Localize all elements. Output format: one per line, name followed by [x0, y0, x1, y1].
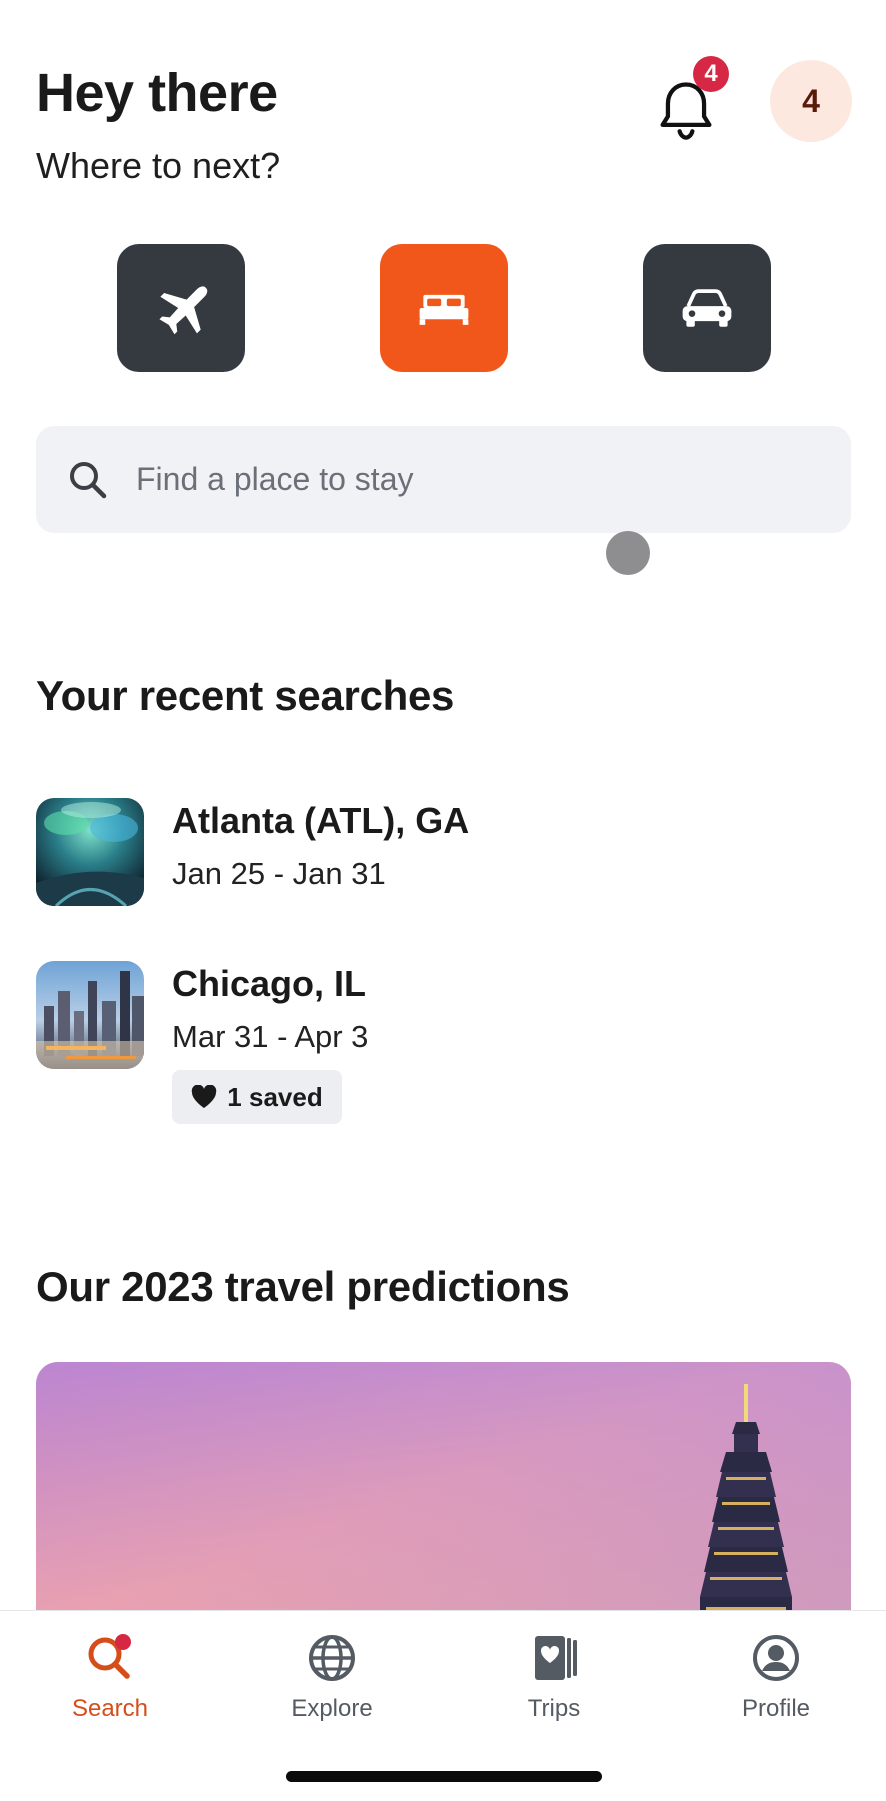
touch-indicator — [606, 531, 650, 575]
nav-explore-label: Explore — [291, 1695, 373, 1722]
cars-tab[interactable] — [643, 244, 771, 372]
greeting-title: Hey there — [36, 63, 278, 123]
nav-explore[interactable]: Explore — [242, 1631, 422, 1723]
nav-profile-label: Profile — [741, 1695, 811, 1722]
car-icon — [682, 289, 732, 327]
stays-tab[interactable] — [380, 244, 508, 372]
home-indicator — [286, 1771, 602, 1782]
globe-icon — [309, 1635, 355, 1681]
airplane-icon — [159, 286, 208, 335]
search-input[interactable]: Find a place to stay — [36, 426, 851, 533]
recent-searches-heading: Your recent searches — [36, 672, 455, 719]
greeting-subtitle: Where to next? — [36, 145, 281, 186]
heart-icon — [192, 1085, 217, 1108]
search-icon — [88, 1634, 131, 1679]
notification-badge: 4 — [693, 56, 729, 92]
trips-icon — [535, 1636, 577, 1680]
nav-trips[interactable]: Trips — [464, 1631, 644, 1723]
recent-search-dates: Jan 25 - Jan 31 — [172, 856, 386, 891]
atlanta-thumbnail[interactable] — [36, 798, 144, 906]
predictions-heading: Our 2023 travel predictions — [36, 1263, 570, 1310]
recent-search-dates: Mar 31 - Apr 3 — [172, 1019, 369, 1054]
recent-search-title[interactable]: Chicago, IL — [172, 963, 366, 1005]
saved-count-label: 1 saved — [227, 1081, 323, 1112]
avatar[interactable]: 4 — [770, 60, 852, 142]
search-icon — [70, 461, 107, 498]
flights-tab[interactable] — [117, 244, 245, 372]
profile-icon — [753, 1635, 799, 1681]
recent-search-title[interactable]: Atlanta (ATL), GA — [172, 800, 469, 842]
nav-profile[interactable]: Profile — [686, 1631, 866, 1723]
nav-trips-label: Trips — [527, 1695, 581, 1722]
nav-search-label: Search — [71, 1695, 149, 1722]
chicago-thumbnail[interactable] — [36, 961, 144, 1069]
nav-search[interactable]: Search — [20, 1631, 200, 1723]
bed-icon — [419, 294, 469, 325]
saved-badge[interactable]: 1 saved — [172, 1070, 342, 1124]
search-placeholder: Find a place to stay — [136, 461, 414, 497]
